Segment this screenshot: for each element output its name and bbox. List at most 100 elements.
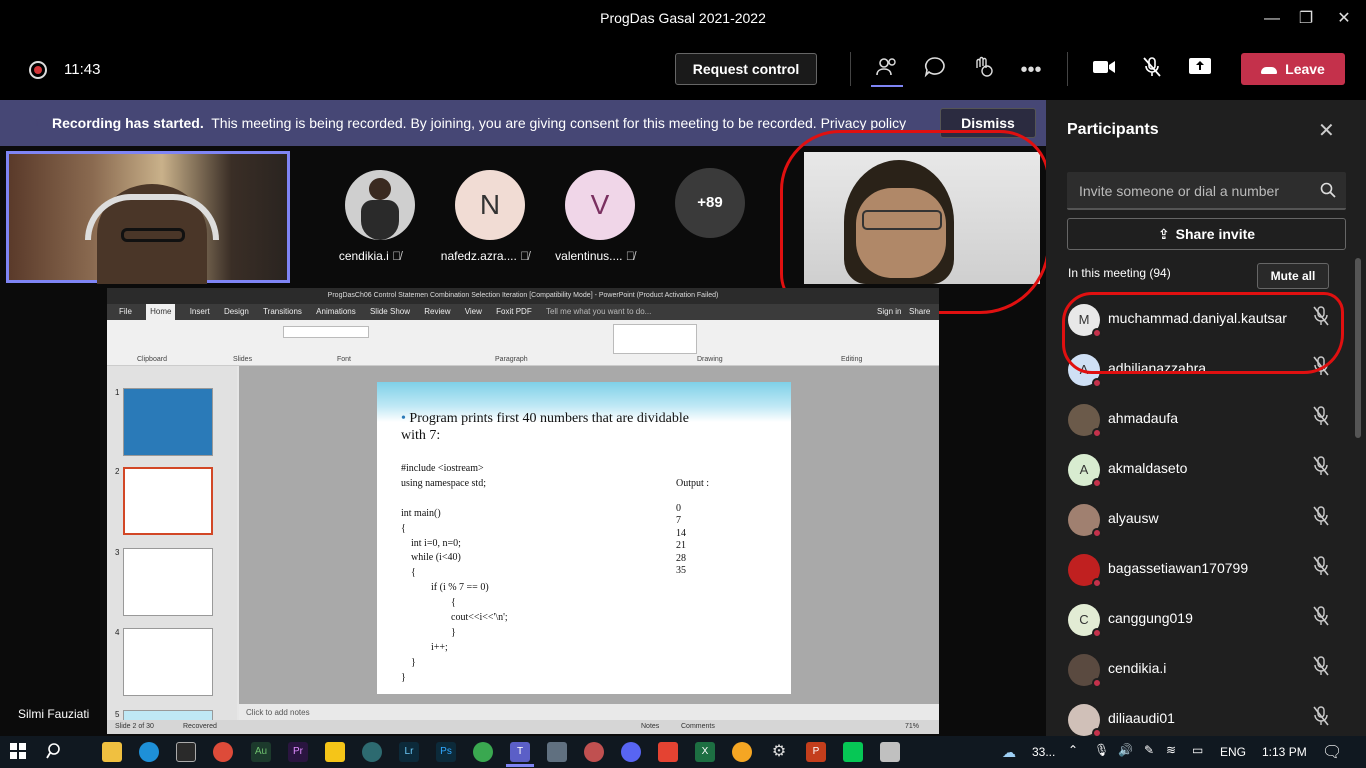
microphone-muted-icon[interactable]	[1135, 56, 1169, 84]
tab-file[interactable]: File	[119, 304, 132, 320]
attendee-tile[interactable]	[345, 170, 415, 240]
edge-icon[interactable]	[139, 742, 159, 762]
tab-slideshow[interactable]: Slide Show	[370, 304, 410, 320]
mic-muted-icon[interactable]	[1312, 506, 1330, 531]
share-screen-icon[interactable]	[1183, 56, 1217, 84]
participant-row[interactable]: alyausw	[1060, 494, 1350, 544]
share-link[interactable]: Share	[909, 304, 930, 320]
mic-muted-icon[interactable]	[1312, 706, 1330, 731]
app-icon[interactable]	[732, 742, 752, 762]
premiere-icon[interactable]: Pr	[288, 742, 308, 762]
comments-toggle[interactable]: Comments	[681, 720, 715, 734]
presenter-video[interactable]	[6, 151, 290, 284]
slide-thumbnail[interactable]	[123, 628, 213, 696]
line-icon[interactable]	[843, 742, 863, 762]
chevron-up-icon[interactable]: ⌃	[1068, 743, 1078, 757]
tell-me-search[interactable]: Tell me what you want to do...	[546, 304, 651, 320]
mic-muted-icon[interactable]	[1312, 406, 1330, 431]
excel-icon[interactable]: X	[695, 742, 715, 762]
invite-search-input[interactable]: Invite someone or dial a number	[1067, 172, 1346, 210]
chrome-icon[interactable]	[213, 742, 233, 762]
mic-muted-icon: 🎙̸	[392, 249, 402, 263]
reactions-icon[interactable]	[966, 56, 1000, 84]
tab-foxit[interactable]: Foxit PDF	[496, 304, 532, 320]
maximize-button[interactable]: ❐	[1291, 6, 1321, 32]
slide-thumbnail[interactable]	[123, 388, 213, 456]
wifi-icon[interactable]: ≋	[1166, 743, 1176, 757]
privacy-policy-link[interactable]: Privacy policy	[821, 115, 907, 131]
overflow-count[interactable]: +89	[675, 168, 745, 238]
close-window-button[interactable]: ✕	[1329, 6, 1359, 32]
powerpoint-window[interactable]: ProgDasCh06 Control Statemen Combination…	[107, 288, 939, 734]
settings-gear-icon[interactable]: ⚙	[769, 742, 789, 762]
mute-all-button[interactable]: Mute all	[1257, 263, 1329, 289]
notes-toggle[interactable]: Notes	[641, 720, 659, 734]
mic-muted-icon[interactable]	[1312, 456, 1330, 481]
language-indicator[interactable]: ENG	[1220, 745, 1246, 759]
utorrent-icon[interactable]	[473, 742, 493, 762]
tab-transitions[interactable]: Transitions	[263, 304, 302, 320]
mic-muted-icon[interactable]	[1312, 556, 1330, 581]
participant-row[interactable]: cendikia.i	[1060, 644, 1350, 694]
slide-thumbnail[interactable]	[123, 548, 213, 616]
weather-temp[interactable]: 33...	[1032, 745, 1055, 759]
audition-icon[interactable]: Au	[251, 742, 271, 762]
zoom-level[interactable]: 71%	[905, 720, 919, 734]
mic-muted-icon[interactable]	[1312, 656, 1330, 681]
attendee-avatar[interactable]: V	[565, 170, 635, 240]
store-icon[interactable]	[176, 742, 196, 762]
share-invite-button[interactable]: ⇪ Share invite	[1067, 218, 1346, 250]
participants-icon[interactable]	[870, 56, 904, 84]
leave-button[interactable]: Leave	[1241, 53, 1345, 85]
current-slide[interactable]: • Program prints first 40 numbers that a…	[377, 382, 791, 694]
app-icon[interactable]	[584, 742, 604, 762]
tab-animations[interactable]: Animations	[316, 304, 356, 320]
mic-muted-icon[interactable]	[1312, 606, 1330, 631]
search-icon[interactable]	[1320, 182, 1336, 203]
chat-icon[interactable]	[918, 56, 952, 84]
notes-pane[interactable]: Click to add notes	[239, 704, 939, 720]
slide-thumbnail-selected[interactable]	[123, 467, 213, 535]
more-options-icon[interactable]: •••	[1014, 56, 1048, 84]
weather-icon[interactable]: ☁	[1002, 744, 1016, 761]
close-icon[interactable]: ✕	[1318, 118, 1335, 143]
lightroom-icon[interactable]: Lr	[399, 742, 419, 762]
sign-in-link[interactable]: Sign in	[877, 304, 901, 320]
app-icon[interactable]	[658, 742, 678, 762]
file-explorer-icon[interactable]	[102, 742, 122, 762]
app-icon[interactable]	[362, 742, 382, 762]
clock[interactable]: 1:13 PM	[1262, 745, 1307, 759]
camera-icon[interactable]	[1087, 56, 1121, 84]
participant-row[interactable]: ahmadaufa	[1060, 394, 1350, 444]
app-icon[interactable]	[880, 742, 900, 762]
participant-name: cendikia.i	[1108, 660, 1167, 676]
shapes-gallery[interactable]	[613, 324, 697, 354]
windows-start-icon[interactable]	[8, 742, 28, 762]
participant-row[interactable]: Ccanggung019	[1060, 594, 1350, 644]
notes-app-icon[interactable]	[325, 742, 345, 762]
minimize-button[interactable]: —	[1257, 6, 1287, 32]
app-icon[interactable]	[547, 742, 567, 762]
volume-icon[interactable]: 🔊	[1118, 743, 1133, 757]
participant-row[interactable]: Aakmaldaseto	[1060, 444, 1350, 494]
notifications-icon[interactable]: 🗨	[1322, 742, 1342, 762]
discord-icon[interactable]	[621, 742, 641, 762]
powerpoint-icon[interactable]: P	[806, 742, 826, 762]
photoshop-icon[interactable]: Ps	[436, 742, 456, 762]
search-icon[interactable]	[45, 742, 65, 762]
attendee-avatar[interactable]: N	[455, 170, 525, 240]
tab-view[interactable]: View	[465, 304, 482, 320]
battery-icon[interactable]: ▭	[1192, 743, 1203, 757]
request-control-button[interactable]: Request control	[675, 53, 817, 85]
in-meeting-count[interactable]: In this meeting (94)	[1068, 266, 1171, 280]
scrollbar[interactable]	[1355, 258, 1361, 438]
participant-row[interactable]: bagassetiawan170799	[1060, 544, 1350, 594]
font-name-box[interactable]	[283, 326, 369, 338]
tab-insert[interactable]: Insert	[190, 304, 210, 320]
tab-review[interactable]: Review	[424, 304, 450, 320]
microphone-icon[interactable]: 🎙	[1094, 743, 1109, 757]
tab-home[interactable]: Home	[146, 304, 176, 320]
teams-icon[interactable]: T	[510, 742, 530, 762]
tab-design[interactable]: Design	[224, 304, 249, 320]
pen-icon[interactable]: ✎	[1144, 743, 1154, 757]
